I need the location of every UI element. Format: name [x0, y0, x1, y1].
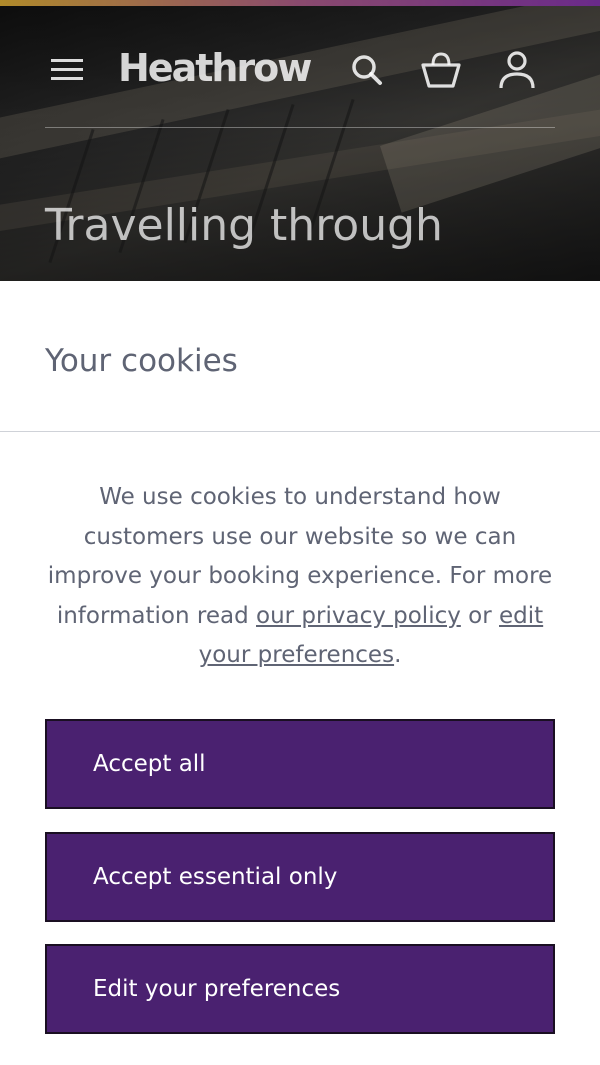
cookie-panel-title: Your cookies	[45, 343, 238, 379]
cookie-panel-divider	[0, 431, 600, 432]
hamburger-menu-icon-graphic	[51, 59, 83, 80]
accept-essential-only-button[interactable]: Accept essential only	[45, 832, 555, 922]
site-header: Heathrow	[45, 6, 555, 128]
search-icon[interactable]	[345, 48, 389, 92]
accept-all-button[interactable]: Accept all	[45, 719, 555, 809]
page-title: Travelling through	[45, 200, 443, 251]
cookie-consent-panel: Your cookies We use cookies to understan…	[0, 281, 600, 1065]
account-icon-graphic	[499, 51, 535, 89]
cookie-description-end: .	[394, 642, 402, 668]
basket-icon-graphic	[421, 52, 461, 88]
account-icon[interactable]	[495, 48, 539, 92]
cookie-description: We use cookies to understand how custome…	[40, 478, 560, 676]
hamburger-menu-icon[interactable]	[51, 56, 85, 84]
privacy-policy-link[interactable]: our privacy policy	[256, 603, 461, 629]
cookie-description-connector: or	[460, 602, 499, 629]
basket-icon[interactable]	[419, 48, 463, 92]
heathrow-logo[interactable]: Heathrow	[118, 38, 312, 98]
search-icon-graphic	[352, 55, 382, 85]
edit-preferences-button[interactable]: Edit your preferences	[45, 944, 555, 1034]
header-divider	[45, 127, 555, 128]
